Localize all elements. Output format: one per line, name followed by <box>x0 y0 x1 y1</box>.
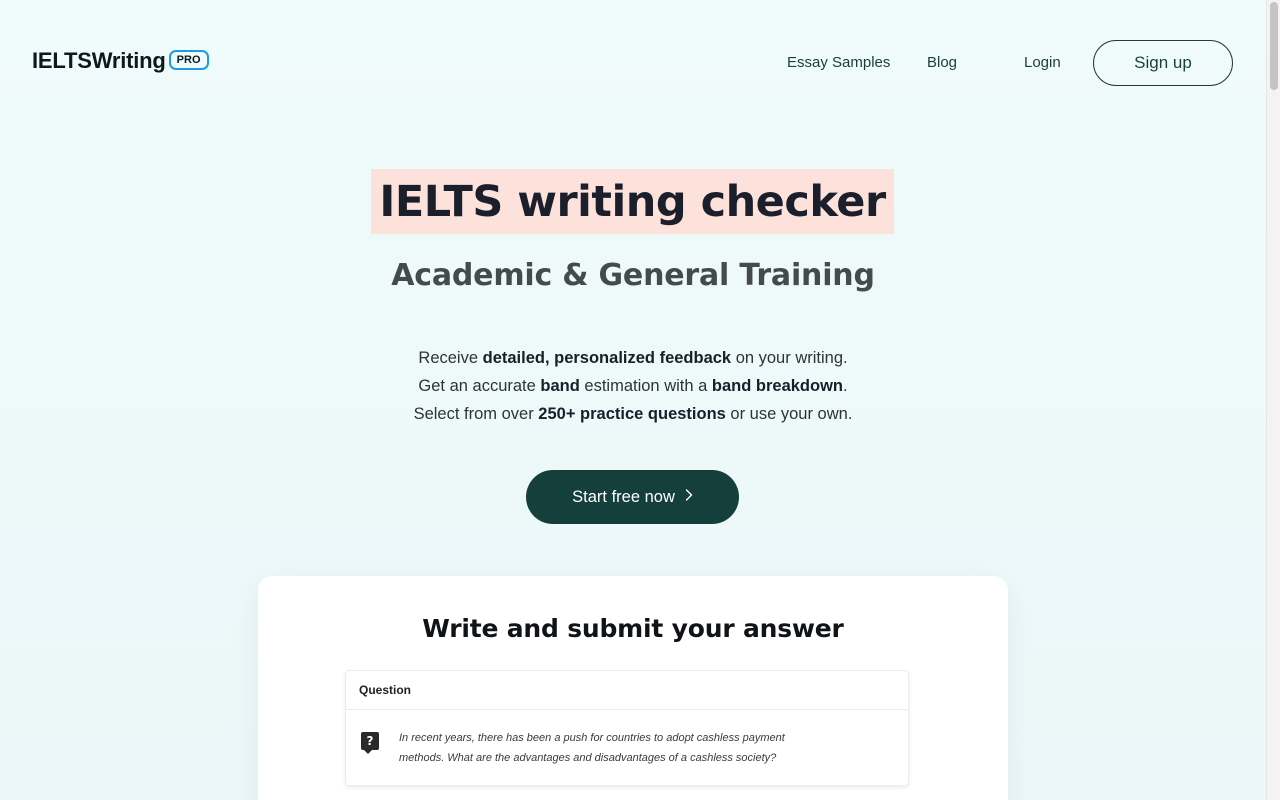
start-free-label: Start free now <box>572 487 675 506</box>
hero-line-2-text: Get an accurate <box>418 377 541 395</box>
hero-description: Receive detailed, personalized feedback … <box>0 344 1266 428</box>
question-icon: ? <box>361 732 379 754</box>
nav-essay-samples[interactable]: Essay Samples <box>787 54 890 71</box>
question-label: Question <box>346 671 908 710</box>
nav-blog[interactable]: Blog <box>927 54 957 71</box>
hero-line-2-mid: estimation with a <box>579 377 712 395</box>
hero-line-3-text: Select from over <box>413 405 539 423</box>
logo[interactable]: IELTSWriting PRO <box>32 48 209 74</box>
hero-line-1-text: Receive <box>418 349 483 367</box>
hero-title: IELTS writing checker <box>379 176 886 227</box>
hero-line-3-end: or use your own. <box>725 405 853 423</box>
nav-login[interactable]: Login <box>1024 54 1061 71</box>
hero-line-1-end: on your writing. <box>731 349 848 367</box>
logo-text: IELTSWriting <box>32 48 166 73</box>
hero-line-1: Receive detailed, personalized feedback … <box>0 344 1266 372</box>
question-box: Question ? In recent years, there has be… <box>345 670 909 786</box>
question-text: In recent years, there has been a push f… <box>399 732 785 764</box>
hero-line-3: Select from over 250+ practice questions… <box>0 400 1266 428</box>
card-title: Write and submit your answer <box>422 614 844 643</box>
logo-badge: PRO <box>168 50 209 70</box>
page: IELTSWriting PRO Essay Samples Blog Logi… <box>0 0 1266 800</box>
hero-line-3-bold: 250+ practice questions <box>538 405 726 423</box>
hero-line-1-bold: detailed, personalized feedback <box>482 349 732 367</box>
start-free-button[interactable]: Start free now <box>526 470 739 524</box>
hero-subtitle: Academic & General Training <box>391 258 875 293</box>
scrollbar-thumb[interactable] <box>1270 2 1278 90</box>
submit-answer-card: Write and submit your answer Question ? … <box>258 576 1008 800</box>
hero-title-highlight: IELTS writing checker <box>371 169 894 234</box>
scrollbar[interactable] <box>1266 0 1280 800</box>
hero-line-2: Get an accurate band estimation with a b… <box>0 372 1266 400</box>
signup-button[interactable]: Sign up <box>1093 40 1233 86</box>
hero-line-2-end: . <box>843 377 848 395</box>
chevron-right-icon <box>685 488 693 505</box>
question-body: ? In recent years, there has been a push… <box>346 710 908 786</box>
hero-line-2-bold-band: band <box>540 377 580 395</box>
hero-line-2-bold-breakdown: band breakdown <box>711 377 843 395</box>
